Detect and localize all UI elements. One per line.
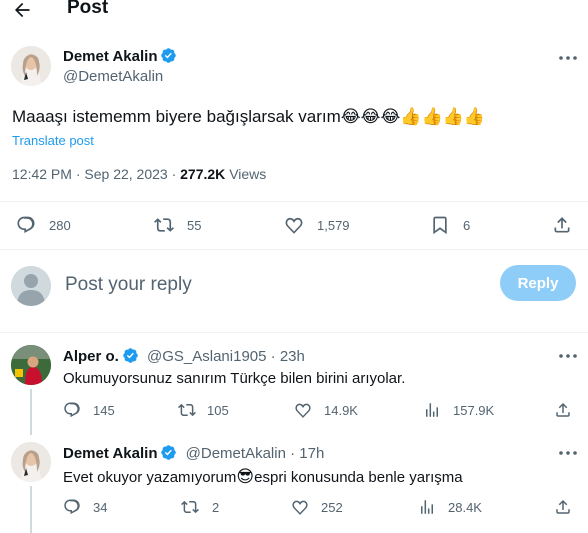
repost-action[interactable]: 2 bbox=[180, 498, 219, 516]
repost-count: 105 bbox=[207, 402, 229, 418]
verified-badge-icon bbox=[161, 48, 177, 63]
verified-badge-icon bbox=[123, 348, 138, 363]
repost-action[interactable]: 105 bbox=[177, 401, 229, 419]
reply-count: 280 bbox=[49, 217, 71, 233]
reply-author-name[interactable]: Demet Akalin bbox=[63, 445, 157, 462]
views-action[interactable]: 157.9K bbox=[423, 401, 494, 419]
reply-author-handle[interactable]: @DemetAkalin bbox=[186, 445, 286, 462]
post-text: Maaaşı istememm biyere bağışlarsak varım… bbox=[12, 106, 485, 128]
translate-link[interactable]: Translate post bbox=[12, 133, 94, 148]
share-action[interactable] bbox=[552, 215, 572, 235]
reply-icon bbox=[64, 402, 80, 418]
views-chart-icon bbox=[426, 403, 438, 417]
thread-line bbox=[30, 389, 32, 435]
bookmark-count: 6 bbox=[463, 217, 471, 233]
reply-action[interactable]: 280 bbox=[16, 215, 71, 235]
views-count: 157.9K bbox=[453, 402, 495, 418]
share-icon bbox=[554, 217, 570, 233]
reply-button[interactable]: Reply bbox=[500, 265, 576, 301]
reply-avatar[interactable] bbox=[11, 442, 51, 482]
separator-dot: · bbox=[270, 348, 276, 365]
views-action[interactable]: 28.4K bbox=[418, 498, 482, 516]
page-title: Post bbox=[67, 0, 109, 18]
arrow-left-icon[interactable] bbox=[12, 0, 32, 20]
post-text-body: Maaaşı istememm biyere bağışlarsak varım bbox=[12, 107, 341, 126]
current-user-avatar[interactable] bbox=[11, 266, 51, 306]
reply-count: 145 bbox=[93, 402, 115, 418]
sunglasses-emoji: 😎 bbox=[236, 467, 255, 487]
reply-author-name[interactable]: Alper o. bbox=[63, 348, 119, 365]
repost-icon bbox=[154, 218, 174, 232]
heart-icon bbox=[292, 500, 308, 515]
verified-badge-icon bbox=[161, 445, 177, 460]
views-chart-icon bbox=[421, 500, 433, 514]
like-action[interactable]: 14.9K bbox=[294, 401, 358, 419]
post-emojis: 😂😂😂👍👍👍👍 bbox=[340, 107, 486, 127]
page-header: Post bbox=[0, 0, 588, 22]
reply-count: 34 bbox=[93, 499, 108, 515]
reply-composer: Post your reply Reply bbox=[0, 262, 588, 310]
views-count: 28.4K bbox=[448, 499, 482, 515]
reply-action[interactable]: 145 bbox=[63, 401, 115, 419]
divider bbox=[0, 332, 588, 333]
more-options-icon[interactable] bbox=[558, 353, 578, 359]
author-handle[interactable]: @DemetAkalin bbox=[63, 68, 177, 85]
author-avatar[interactable] bbox=[11, 46, 51, 86]
reply-header: Demet Akalin @DemetAkalin · 17h bbox=[63, 444, 324, 462]
reply-action[interactable]: 34 bbox=[63, 498, 107, 516]
more-options-icon[interactable] bbox=[558, 55, 578, 61]
reply-icon bbox=[64, 499, 80, 515]
repost-action[interactable]: 55 bbox=[153, 215, 201, 235]
repost-count: 2 bbox=[212, 499, 220, 515]
share-action[interactable] bbox=[554, 401, 572, 419]
share-icon bbox=[556, 499, 570, 514]
bookmark-action[interactable]: 6 bbox=[430, 215, 470, 235]
views-label: Views bbox=[229, 166, 267, 182]
reply-time[interactable]: 17h bbox=[299, 445, 324, 462]
divider bbox=[0, 201, 588, 202]
reply-input[interactable]: Post your reply bbox=[65, 274, 192, 296]
author-info: Demet Akalin @DemetAkalin bbox=[63, 47, 177, 85]
reply-avatar[interactable] bbox=[11, 345, 51, 385]
more-options-icon[interactable] bbox=[558, 450, 578, 456]
heart-icon bbox=[285, 217, 303, 234]
reply-text-before: Evet okuyor yazamıyorum bbox=[63, 469, 237, 486]
share-action[interactable] bbox=[554, 498, 572, 516]
post-meta: 12:42 PM · Sep 22, 2023 · 277.2K Views bbox=[12, 166, 267, 182]
reply-text: Evet okuyor yazamıyorum😎espri konusunda … bbox=[63, 467, 463, 487]
reply-text: Okumuyorsunuz sanırım Türkçe bilen birin… bbox=[63, 370, 406, 387]
repost-icon bbox=[178, 403, 196, 417]
post-time[interactable]: 12:42 PM bbox=[12, 166, 72, 182]
like-action[interactable]: 1,579 bbox=[284, 215, 350, 235]
share-icon bbox=[556, 402, 570, 417]
reply-header: Alper o. @GS_Aslani1905 · 23h bbox=[63, 347, 305, 365]
divider bbox=[0, 249, 588, 250]
post-date[interactable]: Sep 22, 2023 bbox=[84, 166, 167, 182]
like-action[interactable]: 252 bbox=[291, 498, 343, 516]
like-count: 252 bbox=[321, 499, 343, 515]
separator-dot: · bbox=[290, 445, 296, 462]
author-name[interactable]: Demet Akalin bbox=[63, 48, 157, 65]
reply-text-after: espri konusunda benle yarışma bbox=[254, 469, 463, 486]
heart-icon bbox=[295, 403, 311, 418]
thread-line bbox=[30, 486, 32, 533]
like-count: 14.9K bbox=[324, 402, 358, 418]
reply-author-handle[interactable]: @GS_Aslani1905 bbox=[147, 348, 266, 365]
like-count: 1,579 bbox=[317, 217, 350, 233]
reply-icon bbox=[17, 216, 35, 233]
views-count: 277.2K bbox=[180, 166, 226, 182]
bookmark-icon bbox=[433, 216, 447, 235]
reply-time[interactable]: 23h bbox=[280, 348, 305, 365]
repost-icon bbox=[181, 500, 199, 514]
repost-count: 55 bbox=[187, 217, 202, 233]
